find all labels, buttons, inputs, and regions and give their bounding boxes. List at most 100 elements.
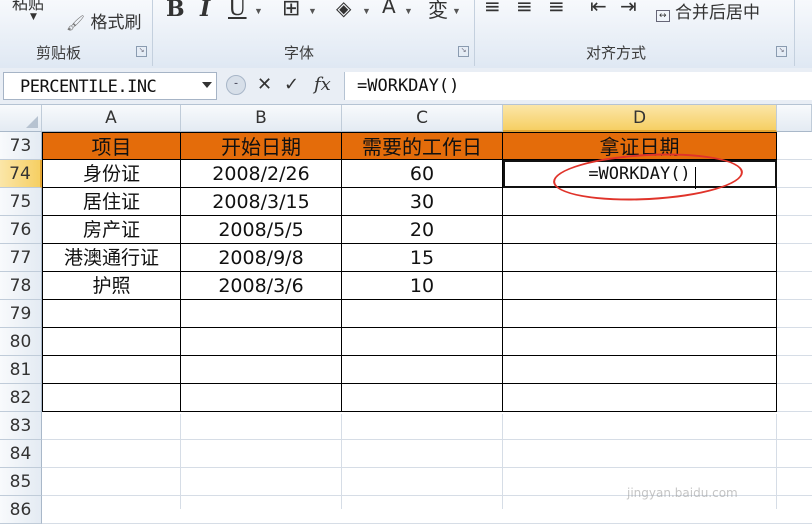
cell-c74[interactable]: 60	[342, 160, 503, 188]
alignment-launcher-icon[interactable]: ↘	[776, 46, 787, 57]
format-painter-button[interactable]: 🖌 格式刷	[66, 8, 141, 33]
border-icon[interactable]: ⊞	[282, 0, 300, 21]
phonetic-icon[interactable]: 変	[428, 0, 448, 23]
column-header-a[interactable]: A	[42, 105, 181, 132]
font-color-icon[interactable]: A	[382, 0, 396, 18]
row-header-79[interactable]: 79	[0, 300, 42, 328]
cell-a82[interactable]	[42, 384, 181, 412]
alignment-group-label: 对齐方式	[586, 44, 647, 62]
cell-a80[interactable]	[42, 328, 181, 356]
formula-input[interactable]: =WORKDAY()	[344, 72, 812, 100]
phonetic-dropdown-icon[interactable]: ▼	[452, 6, 461, 16]
clipboard-launcher-icon[interactable]: ↘	[136, 46, 147, 57]
row-header-82[interactable]: 82	[0, 384, 42, 412]
formula-text: =WORKDAY()	[357, 76, 460, 96]
header-cell-b73[interactable]: 开始日期	[181, 132, 342, 160]
enter-icon[interactable]: ✓	[284, 74, 299, 95]
cell-b79[interactable]	[181, 300, 342, 328]
row-header-80[interactable]: 80	[0, 328, 42, 356]
cell-c82[interactable]	[342, 384, 503, 412]
column-header-d[interactable]: D	[503, 105, 777, 132]
paste-label: 粘贴	[12, 0, 45, 13]
font-launcher-icon[interactable]: ↘	[458, 46, 469, 57]
column-header-e[interactable]	[777, 105, 812, 132]
cell-d80[interactable]	[503, 328, 777, 356]
cell-c79[interactable]	[342, 300, 503, 328]
cell-d77[interactable]	[503, 244, 777, 272]
align-right-icon[interactable]: ≡	[548, 0, 565, 18]
row-header-86[interactable]: 86	[0, 496, 42, 524]
formula-bar-handle-icon[interactable]: ⁃	[226, 75, 246, 95]
name-box[interactable]: PERCENTILE.INC	[3, 72, 217, 100]
cell-a77[interactable]: 港澳通行证	[42, 244, 181, 272]
cell-a75[interactable]: 居住证	[42, 188, 181, 216]
font-color-dropdown-icon[interactable]: ▼	[404, 6, 413, 16]
row-header-76[interactable]: 76	[0, 216, 42, 244]
underline-dropdown-icon[interactable]: ▼	[254, 6, 263, 16]
brush-icon: 🖌	[66, 14, 86, 32]
cell-d81[interactable]	[503, 356, 777, 384]
font-group-label: 字体	[284, 44, 315, 62]
cell-d78[interactable]	[503, 272, 777, 300]
merge-center-button[interactable]: ↔ 合并后居中	[656, 0, 760, 23]
cell-a81[interactable]	[42, 356, 181, 384]
text-cursor	[695, 167, 696, 189]
cell-c77[interactable]: 15	[342, 244, 503, 272]
fill-color-icon[interactable]: ◈	[336, 0, 351, 20]
watermark-url: jingyan.baidu.com	[627, 486, 738, 500]
cell-a79[interactable]	[42, 300, 181, 328]
select-all-corner[interactable]	[0, 105, 42, 132]
cancel-icon[interactable]: ✕	[257, 74, 272, 95]
cell-b80[interactable]	[181, 328, 342, 356]
paste-button[interactable]: 粘贴	[12, 0, 44, 14]
cell-b78[interactable]: 2008/3/6	[181, 272, 342, 300]
merge-center-label: 合并后居中	[674, 3, 760, 23]
cell-b74[interactable]: 2008/2/26	[181, 160, 342, 188]
row-header-73[interactable]: 73	[0, 132, 42, 160]
clipboard-group-label: 剪贴板	[36, 44, 82, 62]
cell-c75[interactable]: 30	[342, 188, 503, 216]
cell-a78[interactable]: 护照	[42, 272, 181, 300]
row-header-84[interactable]: 84	[0, 440, 42, 468]
merge-icon: ↔	[656, 10, 670, 22]
header-cell-a73[interactable]: 项目	[42, 132, 181, 160]
fill-dropdown-icon[interactable]: ▼	[362, 6, 371, 16]
cell-b76[interactable]: 2008/5/5	[181, 216, 342, 244]
row-header-77[interactable]: 77	[0, 244, 42, 272]
underline-button[interactable]: U	[228, 0, 247, 21]
italic-button[interactable]: I	[200, 0, 210, 22]
insert-function-icon[interactable]: fx	[314, 74, 331, 95]
ribbon: 粘贴 ▼ 🖌 格式刷 剪贴板 ↘ B I U ▼ ⊞ ▼ ◈ ▼ A ▼ 変 ▼…	[0, 0, 812, 69]
bold-button[interactable]: B	[166, 0, 185, 22]
row-header-75[interactable]: 75	[0, 188, 42, 216]
cell-c78[interactable]: 10	[342, 272, 503, 300]
cell-c80[interactable]	[342, 328, 503, 356]
increase-indent-icon[interactable]: ⇥	[620, 0, 637, 18]
cell-d82[interactable]	[503, 384, 777, 412]
cell-d76[interactable]	[503, 216, 777, 244]
column-header-b[interactable]: B	[181, 105, 342, 132]
align-left-icon[interactable]: ≡	[484, 0, 501, 18]
cell-c76[interactable]: 20	[342, 216, 503, 244]
column-header-c[interactable]: C	[342, 105, 503, 132]
cell-d79[interactable]	[503, 300, 777, 328]
cell-b82[interactable]	[181, 384, 342, 412]
name-box-dropdown-icon[interactable]	[202, 82, 212, 88]
cell-c81[interactable]	[342, 356, 503, 384]
row-header-83[interactable]: 83	[0, 412, 42, 440]
decrease-indent-icon[interactable]: ⇤	[590, 0, 607, 18]
cell-b77[interactable]: 2008/9/8	[181, 244, 342, 272]
row-header-74[interactable]: 74	[0, 160, 42, 188]
border-dropdown-icon[interactable]: ▼	[308, 6, 317, 16]
row-header-81[interactable]: 81	[0, 356, 42, 384]
row-header-85[interactable]: 85	[0, 468, 42, 496]
cell-a76[interactable]: 房产证	[42, 216, 181, 244]
cell-b75[interactable]: 2008/3/15	[181, 188, 342, 216]
row-header-78[interactable]: 78	[0, 272, 42, 300]
cell-a74[interactable]: 身份证	[42, 160, 181, 188]
cell-b81[interactable]	[181, 356, 342, 384]
paste-dropdown-icon[interactable]: ▼	[30, 12, 37, 22]
header-cell-c73[interactable]: 需要的工作日	[342, 132, 503, 160]
align-center-icon[interactable]: ≡	[516, 0, 533, 18]
name-box-value: PERCENTILE.INC	[20, 77, 157, 97]
